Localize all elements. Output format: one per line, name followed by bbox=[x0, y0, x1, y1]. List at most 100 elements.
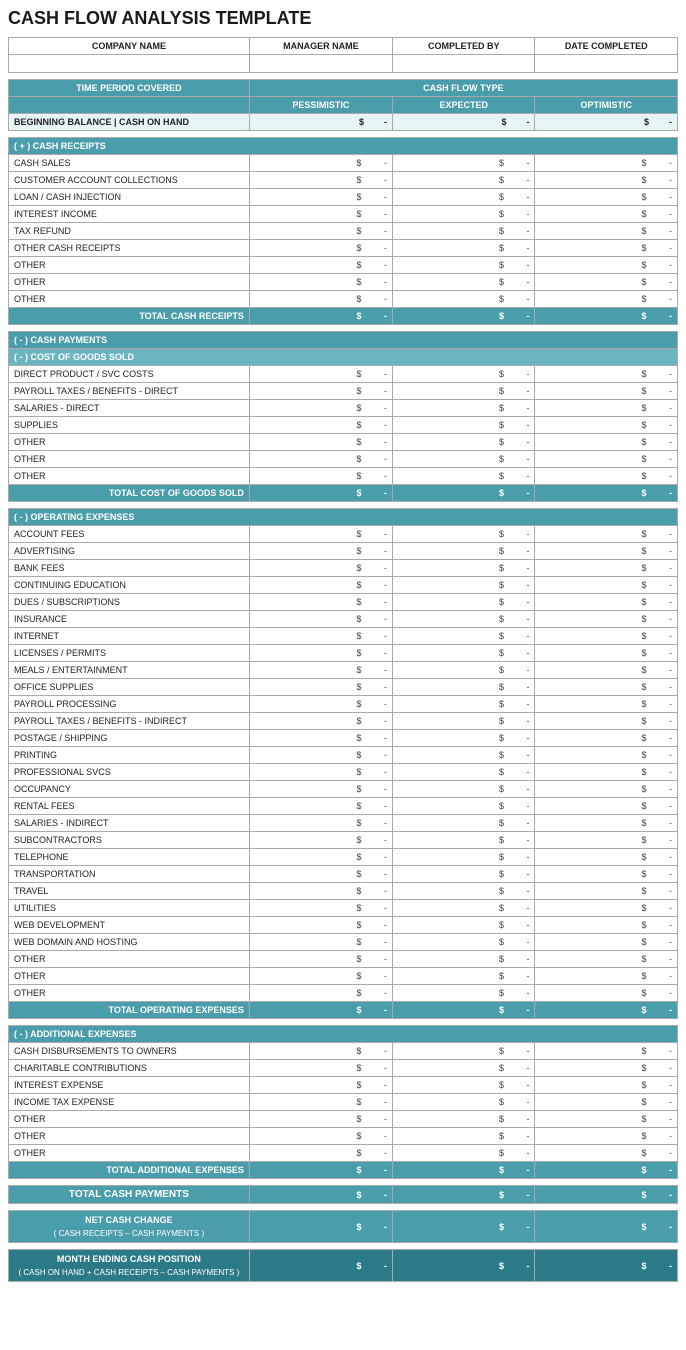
total-cash-receipts-p[interactable]: $ - bbox=[249, 308, 392, 325]
expected-header: EXPECTED bbox=[393, 97, 535, 114]
time-period-label: TIME PERIOD COVERED bbox=[9, 80, 250, 97]
beginning-balance-pessimistic[interactable]: $ - bbox=[249, 114, 392, 131]
table-row: PAYROLL PROCESSING $ - $ - $ - bbox=[9, 696, 678, 713]
table-row: OCCUPANCY $ - $ - $ - bbox=[9, 781, 678, 798]
cash-sales-o[interactable]: $ - bbox=[535, 155, 678, 172]
completed-by-value[interactable] bbox=[393, 55, 535, 73]
month-ending-p[interactable]: $ - bbox=[249, 1250, 392, 1282]
total-cash-payments-p[interactable]: $ - bbox=[249, 1186, 392, 1204]
table-row: OTHER $ - $ - $ - bbox=[9, 274, 678, 291]
total-operating-e[interactable]: $ - bbox=[393, 1002, 535, 1019]
table-row: WEB DOMAIN AND HOSTING $ - $ - $ - bbox=[9, 934, 678, 951]
beginning-balance-expected[interactable]: $ - bbox=[393, 114, 535, 131]
table-row: OTHER $ - $ - $ - bbox=[9, 985, 678, 1002]
table-row: INTERNET $ - $ - $ - bbox=[9, 628, 678, 645]
total-additional-e[interactable]: $ - bbox=[393, 1162, 535, 1179]
total-cash-payments-o[interactable]: $ - bbox=[535, 1186, 678, 1204]
table-row: TRANSPORTATION $ - $ - $ - bbox=[9, 866, 678, 883]
operating-expenses-header: ( - ) OPERATING EXPENSES bbox=[9, 509, 678, 526]
cash-sales-p[interactable]: $ - bbox=[249, 155, 392, 172]
table-row: INTEREST EXPENSE $ - $ - $ - bbox=[9, 1077, 678, 1094]
cash-sales-label: CASH SALES bbox=[9, 155, 250, 172]
table-row: BANK FEES $ - $ - $ - bbox=[9, 560, 678, 577]
date-completed-header: DATE COMPLETED bbox=[535, 38, 678, 55]
table-row: INCOME TAX EXPENSE $ - $ - $ - bbox=[9, 1094, 678, 1111]
table-row: PAYROLL TAXES / BENEFITS - DIRECT $ - $ … bbox=[9, 383, 678, 400]
table-row: SUBCONTRACTORS $ - $ - $ - bbox=[9, 832, 678, 849]
cash-sales-e[interactable]: $ - bbox=[393, 155, 535, 172]
table-row: CASH SALES $ - $ - $ - bbox=[9, 155, 678, 172]
month-ending-e[interactable]: $ - bbox=[393, 1250, 535, 1282]
table-row: INSURANCE $ - $ - $ - bbox=[9, 611, 678, 628]
table-row: DUES / SUBSCRIPTIONS $ - $ - $ - bbox=[9, 594, 678, 611]
net-cash-change-o[interactable]: $ - bbox=[535, 1211, 678, 1243]
manager-name-value[interactable] bbox=[249, 55, 392, 73]
total-operating-label: TOTAL OPERATING EXPENSES bbox=[9, 1002, 250, 1019]
total-additional-p[interactable]: $ - bbox=[249, 1162, 392, 1179]
cash-flow-type-label: CASH FLOW TYPE bbox=[249, 80, 677, 97]
total-additional-label: TOTAL ADDITIONAL EXPENSES bbox=[9, 1162, 250, 1179]
table-row: RENTAL FEES $ - $ - $ - bbox=[9, 798, 678, 815]
table-row: OTHER $ - $ - $ - bbox=[9, 1111, 678, 1128]
total-additional-o[interactable]: $ - bbox=[535, 1162, 678, 1179]
table-row: TRAVEL $ - $ - $ - bbox=[9, 883, 678, 900]
table-row: PRINTING $ - $ - $ - bbox=[9, 747, 678, 764]
net-cash-change-p[interactable]: $ - bbox=[249, 1211, 392, 1243]
table-row: OTHER CASH RECEIPTS $ - $ - $ - bbox=[9, 240, 678, 257]
manager-name-header: MANAGER NAME bbox=[249, 38, 392, 55]
table-row: TELEPHONE $ - $ - $ - bbox=[9, 849, 678, 866]
total-cogs-p[interactable]: $ - bbox=[249, 485, 392, 502]
table-row: ACCOUNT FEES $ - $ - $ - bbox=[9, 526, 678, 543]
total-operating-p[interactable]: $ - bbox=[249, 1002, 392, 1019]
table-row: CHARITABLE CONTRIBUTIONS $ - $ - $ - bbox=[9, 1060, 678, 1077]
total-cogs-label: TOTAL COST OF GOODS SOLD bbox=[9, 485, 250, 502]
table-row: POSTAGE / SHIPPING $ - $ - $ - bbox=[9, 730, 678, 747]
page-title: CASH FLOW ANALYSIS TEMPLATE bbox=[8, 8, 678, 29]
completed-by-header: COMPLETED BY bbox=[393, 38, 535, 55]
table-row: OTHER $ - $ - $ - bbox=[9, 257, 678, 274]
net-cash-change-e[interactable]: $ - bbox=[393, 1211, 535, 1243]
beginning-balance-optimistic[interactable]: $ - bbox=[535, 114, 678, 131]
table-row: ADVERTISING $ - $ - $ - bbox=[9, 543, 678, 560]
table-row: OTHER $ - $ - $ - bbox=[9, 951, 678, 968]
pessimistic-header: PESSIMISTIC bbox=[249, 97, 392, 114]
date-completed-value[interactable] bbox=[535, 55, 678, 73]
total-cash-receipts-o[interactable]: $ - bbox=[535, 308, 678, 325]
cash-payments-header: ( - ) CASH PAYMENTS bbox=[9, 332, 678, 349]
table-row: WEB DEVELOPMENT $ - $ - $ - bbox=[9, 917, 678, 934]
total-cogs-o[interactable]: $ - bbox=[535, 485, 678, 502]
table-row: OFFICE SUPPLIES $ - $ - $ - bbox=[9, 679, 678, 696]
total-cash-payments-e[interactable]: $ - bbox=[393, 1186, 535, 1204]
table-row: LOAN / CASH INJECTION $ - $ - $ - bbox=[9, 189, 678, 206]
month-ending-o[interactable]: $ - bbox=[535, 1250, 678, 1282]
total-cogs-e[interactable]: $ - bbox=[393, 485, 535, 502]
total-cash-payments-label: TOTAL CASH PAYMENTS bbox=[9, 1186, 250, 1204]
table-row: CUSTOMER ACCOUNT COLLECTIONS $ - $ - $ - bbox=[9, 172, 678, 189]
table-row: OTHER $ - $ - $ - bbox=[9, 291, 678, 308]
table-row: SALARIES - INDIRECT $ - $ - $ - bbox=[9, 815, 678, 832]
company-name-header: COMPANY NAME bbox=[9, 38, 250, 55]
table-row: INTEREST INCOME $ - $ - $ - bbox=[9, 206, 678, 223]
total-cash-receipts-e[interactable]: $ - bbox=[393, 308, 535, 325]
table-row: SALARIES - DIRECT $ - $ - $ - bbox=[9, 400, 678, 417]
table-row: CASH DISBURSEMENTS TO OWNERS $ - $ - $ - bbox=[9, 1043, 678, 1060]
table-row: UTILITIES $ - $ - $ - bbox=[9, 900, 678, 917]
beginning-balance-label: BEGINNING BALANCE | CASH ON HAND bbox=[9, 114, 250, 131]
table-row: OTHER $ - $ - $ - bbox=[9, 968, 678, 985]
total-operating-o[interactable]: $ - bbox=[535, 1002, 678, 1019]
month-ending-label: MONTH ENDING CASH POSITION ( CASH ON HAN… bbox=[9, 1250, 250, 1282]
table-row: OTHER $ - $ - $ - bbox=[9, 1145, 678, 1162]
table-row: PROFESSIONAL SVCS $ - $ - $ - bbox=[9, 764, 678, 781]
table-row: OTHER $ - $ - $ - bbox=[9, 451, 678, 468]
company-name-value[interactable] bbox=[9, 55, 250, 73]
table-row: OTHER $ - $ - $ - bbox=[9, 468, 678, 485]
total-cash-receipts-label: TOTAL CASH RECEIPTS bbox=[9, 308, 250, 325]
time-period-value[interactable] bbox=[9, 97, 250, 114]
table-row: LICENSES / PERMITS $ - $ - $ - bbox=[9, 645, 678, 662]
table-row: CONTINUING EDUCATION $ - $ - $ - bbox=[9, 577, 678, 594]
table-row: SUPPLIES $ - $ - $ - bbox=[9, 417, 678, 434]
table-row: OTHER $ - $ - $ - bbox=[9, 1128, 678, 1145]
table-row: PAYROLL TAXES / BENEFITS - INDIRECT $ - … bbox=[9, 713, 678, 730]
net-cash-change-label: NET CASH CHANGE ( CASH RECEIPTS – CASH P… bbox=[9, 1211, 250, 1243]
table-row: DIRECT PRODUCT / SVC COSTS $ - $ - $ - bbox=[9, 366, 678, 383]
